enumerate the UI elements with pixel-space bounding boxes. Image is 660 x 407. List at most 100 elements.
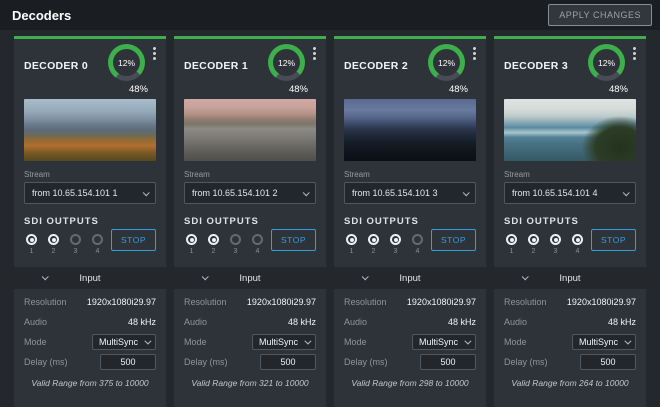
chevron-down-icon bbox=[144, 337, 151, 344]
kebab-menu-icon[interactable] bbox=[629, 44, 640, 63]
property-label: Delay (ms) bbox=[184, 357, 228, 367]
input-section-label: Input bbox=[14, 273, 166, 284]
sdi-output-toggle[interactable]: 3 bbox=[388, 234, 403, 255]
kebab-menu-icon[interactable] bbox=[309, 44, 320, 63]
stop-button[interactable]: STOP bbox=[271, 229, 316, 251]
sdi-output-toggle[interactable]: 4 bbox=[90, 234, 105, 255]
property-row: Audio48 kHz bbox=[24, 312, 156, 332]
sdi-output-number: 2 bbox=[532, 248, 536, 255]
sdi-output-circle[interactable] bbox=[506, 234, 517, 245]
property-value: 1920x1080i29.97 bbox=[247, 297, 316, 307]
delay-input[interactable]: 500 bbox=[580, 354, 636, 370]
input-section-header[interactable]: Input bbox=[14, 267, 166, 289]
sdi-output-toggle[interactable]: 4 bbox=[250, 234, 265, 255]
sdi-output-toggle[interactable]: 4 bbox=[410, 234, 425, 255]
property-label: Resolution bbox=[504, 297, 547, 307]
gauge-percent: 12% bbox=[118, 58, 135, 68]
sdi-output-number: 3 bbox=[234, 248, 238, 255]
sdi-output-circle[interactable] bbox=[550, 234, 561, 245]
property-row: Delay (ms)500 bbox=[504, 352, 636, 372]
property-row: Resolution1920x1080i29.97 bbox=[344, 292, 476, 312]
stop-button[interactable]: STOP bbox=[111, 229, 156, 251]
sdi-output-toggle[interactable]: 1 bbox=[344, 234, 359, 255]
decoder-card-header: DECODER 2 12% 48% bbox=[334, 39, 486, 95]
input-section-header[interactable]: Input bbox=[174, 267, 326, 289]
sdi-output-circle[interactable] bbox=[48, 234, 59, 245]
property-label: Audio bbox=[24, 317, 47, 327]
sdi-output-circle[interactable] bbox=[412, 234, 423, 245]
stream-select[interactable]: from 10.65.154.101 3 bbox=[344, 182, 476, 204]
sdi-output-circle[interactable] bbox=[92, 234, 103, 245]
sdi-output-toggle[interactable]: 2 bbox=[526, 234, 541, 255]
sdi-output-toggle[interactable]: 3 bbox=[548, 234, 563, 255]
sdi-output-toggle[interactable]: 2 bbox=[46, 234, 61, 255]
sdi-output-circle[interactable] bbox=[528, 234, 539, 245]
property-value: 1920x1080i29.97 bbox=[407, 297, 476, 307]
sdi-output-toggle[interactable]: 3 bbox=[68, 234, 83, 255]
stop-button[interactable]: STOP bbox=[591, 229, 636, 251]
sdi-output-toggle[interactable]: 2 bbox=[366, 234, 381, 255]
sdi-output-toggle[interactable]: 3 bbox=[228, 234, 243, 255]
decoder-title: DECODER 0 bbox=[24, 60, 88, 95]
delay-input[interactable]: 500 bbox=[260, 354, 316, 370]
stream-select[interactable]: from 10.65.154.101 1 bbox=[24, 182, 156, 204]
property-row: Delay (ms) 500 bbox=[184, 352, 316, 372]
sdi-output-circle[interactable] bbox=[368, 234, 379, 245]
sdi-output-toggle[interactable]: 1 bbox=[184, 234, 199, 255]
property-label: Resolution bbox=[24, 297, 67, 307]
sdi-output-toggle[interactable]: 2 bbox=[206, 234, 221, 255]
sdi-circle-list: 1 234 bbox=[24, 234, 105, 255]
mode-select[interactable]: MultiSync bbox=[412, 334, 476, 350]
gauge-secondary-percent: 48% bbox=[609, 84, 628, 95]
sdi-output-circle[interactable] bbox=[230, 234, 241, 245]
property-row: Resolution 1920x1080i29.97 bbox=[504, 292, 636, 312]
chevron-down-icon bbox=[464, 337, 471, 344]
decoder-card-header: DECODER 0 12% 48% bbox=[14, 39, 166, 95]
stream-select[interactable]: from 10.65.154.101 2 bbox=[184, 182, 316, 204]
input-section-header[interactable]: Input bbox=[494, 267, 646, 289]
sdi-output-circle[interactable] bbox=[572, 234, 583, 245]
stream-select[interactable]: from 10.65.154.101 4 bbox=[504, 182, 636, 204]
property-label: Resolution bbox=[184, 297, 227, 307]
decoder-grid: DECODER 0 12% 48% Stream from 10.65.154.… bbox=[0, 30, 660, 407]
sdi-outputs-section: SDI OUTPUTS 1234 STOP bbox=[184, 216, 316, 255]
property-row: ModeMultiSync bbox=[184, 332, 316, 352]
delay-input[interactable]: 500 bbox=[100, 354, 156, 370]
mode-select-value: MultiSync bbox=[259, 337, 298, 347]
sdi-output-number: 1 bbox=[30, 248, 34, 255]
delay-input[interactable]: 500 bbox=[420, 354, 476, 370]
sdi-circle-list: 1 2 34 bbox=[504, 234, 585, 255]
sdi-output-number: 1 bbox=[350, 248, 354, 255]
sdi-output-circle[interactable] bbox=[208, 234, 219, 245]
sdi-output-circle[interactable] bbox=[186, 234, 197, 245]
property-list: Resolution1920x1080i29.97Audio48 kHzMode… bbox=[14, 289, 166, 372]
decoder-card: DECODER 0 12% 48% Stream from 10.65.154.… bbox=[14, 36, 166, 407]
mode-select[interactable]: MultiSync bbox=[92, 334, 156, 350]
sdi-output-toggle[interactable]: 1 bbox=[504, 234, 519, 255]
mode-select[interactable]: MultiSync bbox=[572, 334, 636, 350]
chevron-down-icon bbox=[135, 191, 155, 196]
property-value: 48 kHz bbox=[608, 317, 636, 327]
mode-select-value: MultiSync bbox=[579, 337, 618, 347]
sdi-outputs-group: SDI OUTPUTS 1234 bbox=[344, 216, 425, 255]
sdi-output-toggle[interactable]: 1 bbox=[24, 234, 39, 255]
stop-button[interactable]: STOP bbox=[431, 229, 476, 251]
sdi-output-circle[interactable] bbox=[70, 234, 81, 245]
kebab-menu-icon[interactable] bbox=[469, 44, 480, 63]
decoder-card: DECODER 3 12% 48% Stream from 10.65.154.… bbox=[494, 36, 646, 407]
sdi-output-circle[interactable] bbox=[346, 234, 357, 245]
sdi-output-number: 4 bbox=[256, 248, 260, 255]
input-section-header[interactable]: Input bbox=[334, 267, 486, 289]
sdi-outputs-title: SDI OUTPUTS bbox=[504, 216, 585, 227]
apply-changes-button[interactable]: APPLY CHANGES bbox=[548, 4, 652, 26]
kebab-menu-icon[interactable] bbox=[149, 44, 160, 63]
sdi-output-toggle[interactable]: 4 bbox=[570, 234, 585, 255]
property-label: Mode bbox=[344, 337, 367, 347]
stream-label: Stream bbox=[344, 170, 476, 179]
gauge-area: 12% 48% bbox=[268, 44, 320, 95]
property-value: 1920x1080i29.97 bbox=[567, 297, 636, 307]
sdi-output-circle[interactable] bbox=[390, 234, 401, 245]
sdi-output-circle[interactable] bbox=[252, 234, 263, 245]
sdi-output-circle[interactable] bbox=[26, 234, 37, 245]
mode-select[interactable]: MultiSync bbox=[252, 334, 316, 350]
